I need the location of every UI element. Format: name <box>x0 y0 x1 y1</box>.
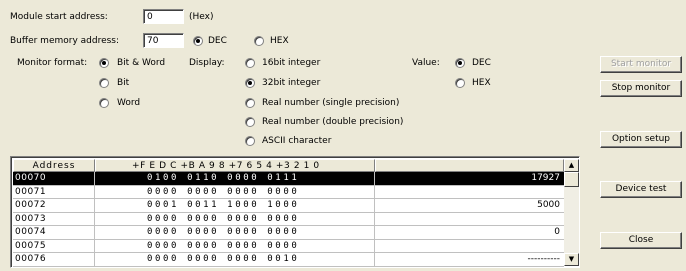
row-value <box>375 213 564 226</box>
row-value: ---------- <box>527 254 560 264</box>
format-word-radio[interactable] <box>99 98 109 108</box>
display-32bit-label[interactable]: 32bit integer <box>262 78 320 88</box>
format-bit-word-label[interactable]: Bit & Word <box>117 58 165 68</box>
row-bits: 0000 0000 0000 0000 <box>95 212 375 225</box>
row-address: 00073 <box>13 212 95 225</box>
table-row[interactable]: 00070 0100 0110 0000 0111 17927 <box>13 172 564 186</box>
row-address: 00074 <box>13 226 95 239</box>
table-row[interactable]: 00072 0001 0011 1000 1000 5000 <box>13 199 564 213</box>
column-header-bits: +F E D C +B A 9 8 +7 6 5 4 +3 2 1 0 <box>95 159 375 172</box>
row-value <box>375 186 564 199</box>
row-address: 00076 <box>13 253 95 266</box>
row-bits: 0100 0110 0000 0111 <box>95 172 375 185</box>
format-bit-label[interactable]: Bit <box>117 78 129 88</box>
table-row[interactable]: 00073 0000 0000 0000 0000 <box>13 212 564 226</box>
table-header: Address +F E D C +B A 9 8 +7 6 5 4 +3 2 … <box>13 159 564 172</box>
row-value: 0 <box>554 227 560 237</box>
row-address: 00070 <box>13 172 95 185</box>
display-32bit-radio[interactable] <box>245 78 255 88</box>
buffer-dec-label[interactable]: DEC <box>208 36 227 46</box>
scroll-up-icon[interactable]: ▲ <box>564 159 579 172</box>
value-format-label: Value: <box>412 58 440 68</box>
format-bit-word-radio[interactable] <box>99 58 109 68</box>
display-16bit-label[interactable]: 16bit integer <box>262 58 320 68</box>
format-word-label[interactable]: Word <box>117 98 140 108</box>
row-value: 17927 <box>531 173 560 183</box>
table-body: 00070 0100 0110 0000 0111 17927 00071 00… <box>13 172 564 267</box>
row-bits: 0000 0000 0000 0010 <box>95 253 375 266</box>
monitor-format-label: Monitor format: <box>17 58 88 68</box>
row-bits: 0000 0000 0000 0000 <box>95 226 375 239</box>
buffer-dec-radio[interactable] <box>193 36 203 46</box>
table-row[interactable]: 00071 0000 0000 0000 0000 <box>13 185 564 199</box>
scroll-down-icon[interactable]: ▼ <box>564 253 579 266</box>
value-dec-radio[interactable] <box>455 58 465 68</box>
column-header-address: Address <box>13 159 95 172</box>
row-value: 5000 <box>537 200 560 210</box>
row-bits: 0001 0011 1000 1000 <box>95 199 375 212</box>
buffer-memory-address-label: Buffer memory address: <box>10 36 120 46</box>
close-button[interactable]: Close <box>600 232 682 249</box>
display-real-double-label[interactable]: Real number (double precision) <box>262 117 403 127</box>
table-row[interactable]: 00075 0000 0000 0000 0000 <box>13 239 564 253</box>
row-bits: 0000 0000 0000 0000 <box>95 239 375 252</box>
module-start-address-label: Module start address: <box>10 12 108 22</box>
value-hex-radio[interactable] <box>455 78 465 88</box>
buffer-hex-label[interactable]: HEX <box>270 36 289 46</box>
row-address: 00072 <box>13 199 95 212</box>
display-16bit-radio[interactable] <box>245 58 255 68</box>
start-monitor-button[interactable]: Start monitor <box>600 56 682 73</box>
module-start-address-input[interactable]: 0 <box>143 9 184 24</box>
column-header-value <box>375 159 564 172</box>
display-real-single-radio[interactable] <box>245 98 255 108</box>
display-real-single-label[interactable]: Real number (single precision) <box>262 98 399 108</box>
display-ascii-label[interactable]: ASCII character <box>262 136 331 146</box>
row-address: 00075 <box>13 239 95 252</box>
stop-monitor-button[interactable]: Stop monitor <box>600 80 682 97</box>
buffer-hex-radio[interactable] <box>254 36 264 46</box>
vertical-scrollbar[interactable]: ▲ ▼ <box>564 159 579 266</box>
table-row[interactable]: 00074 0000 0000 0000 0000 0 <box>13 226 564 240</box>
monitor-table[interactable]: Address +F E D C +B A 9 8 +7 6 5 4 +3 2 … <box>10 156 580 268</box>
module-start-address-unit: (Hex) <box>189 12 214 22</box>
device-test-button[interactable]: Device test <box>600 181 682 198</box>
row-value <box>375 240 564 253</box>
buffer-memory-address-input[interactable]: 70 <box>143 33 184 48</box>
display-real-double-radio[interactable] <box>245 117 255 127</box>
option-setup-button[interactable]: Option setup <box>600 131 682 148</box>
scroll-thumb[interactable] <box>564 172 579 187</box>
display-ascii-radio[interactable] <box>245 136 255 146</box>
row-address: 00071 <box>13 185 95 198</box>
value-hex-label[interactable]: HEX <box>472 78 491 88</box>
table-row[interactable]: 00076 0000 0000 0000 0010 ---------- <box>13 253 564 267</box>
row-bits: 0000 0000 0000 0000 <box>95 185 375 198</box>
value-dec-label[interactable]: DEC <box>472 58 491 68</box>
format-bit-radio[interactable] <box>99 78 109 88</box>
display-label: Display: <box>189 58 225 68</box>
